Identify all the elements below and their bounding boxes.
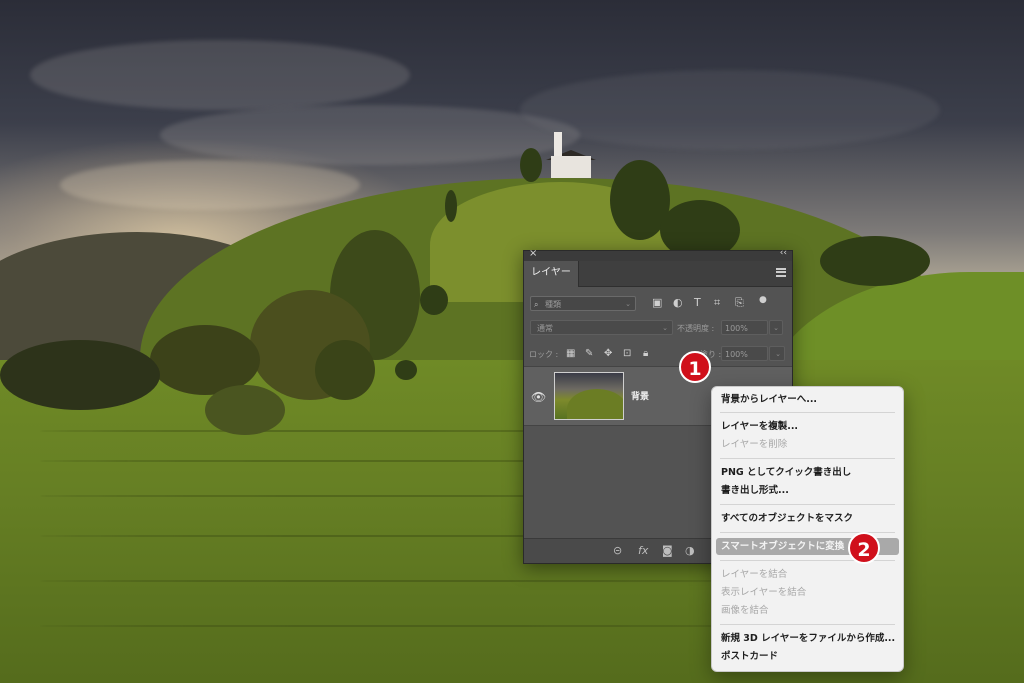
menu-item-flatten-image[interactable]: 画像を結合 [720, 602, 896, 619]
lock-paint-icon[interactable]: ✎ [585, 348, 593, 360]
adjustment-layer-icon[interactable]: ◑ [685, 545, 695, 557]
lock-position-icon[interactable]: ✥ [604, 348, 612, 360]
panel-title-bar: × ‹‹ [524, 248, 792, 261]
lock-all-icon[interactable]: 🔒︎ [643, 348, 648, 360]
add-mask-icon[interactable]: ◙ [662, 545, 673, 557]
shape-filter-icon[interactable]: ⌗ [714, 297, 720, 309]
menu-separator [720, 624, 895, 625]
fill-input[interactable]: 100% [721, 346, 768, 361]
opacity-input[interactable]: 100% [721, 320, 768, 335]
menu-item-quick-export-png[interactable]: PNG としてクイック書き出し [720, 464, 896, 481]
menu-item-background-to-layer[interactable]: 背景からレイヤーへ... [720, 391, 896, 408]
smart-object-filter-icon[interactable]: ⎘ [735, 297, 744, 309]
fx-icon[interactable]: fx [638, 545, 648, 557]
type-filter-icon[interactable]: T [694, 297, 701, 309]
panel-menu-icon[interactable] [776, 268, 786, 277]
opacity-label: 不透明度 : [677, 324, 715, 333]
eye-icon[interactable]: 👁︎ [531, 390, 546, 404]
blend-row: 通常 ⌄ 不透明度 : 100% ⌄ [524, 318, 792, 338]
step-badge-2: 2 [848, 532, 880, 564]
close-icon[interactable]: × [529, 248, 537, 259]
blend-mode-select[interactable]: 通常 ⌄ [530, 320, 673, 335]
collapse-icon[interactable]: ‹‹ [780, 248, 787, 258]
menu-separator [720, 458, 895, 459]
adjustment-filter-icon[interactable]: ◐ [673, 297, 683, 309]
opacity-value: 100% [725, 324, 748, 333]
step-badge-1: 1 [679, 351, 711, 383]
search-icon: ⌕ [534, 300, 539, 309]
lock-label: ロック : [529, 350, 559, 359]
chevron-down-icon: ⌄ [625, 300, 631, 308]
layer-context-menu: 背景からレイヤーへ... レイヤーを複製... レイヤーを削除 PNG としてク… [711, 386, 904, 672]
fill-value: 100% [725, 350, 748, 359]
layer-name: 背景 [631, 392, 650, 402]
tab-layers[interactable]: レイヤー [524, 261, 579, 287]
pixel-filter-icon[interactable]: ▣ [652, 297, 662, 309]
menu-item-postcard[interactable]: ポストカード [720, 648, 896, 665]
lock-transparent-icon[interactable]: ▦ [566, 348, 575, 360]
lock-artboard-icon[interactable]: ⊡ [623, 348, 631, 360]
filter-toggle-icon[interactable]: ● [759, 294, 767, 306]
menu-item-merge-visible[interactable]: 表示レイヤーを結合 [720, 584, 896, 601]
chevron-down-icon: ⌄ [775, 350, 781, 358]
blend-mode-value: 通常 [537, 324, 553, 333]
chevron-down-icon: ⌄ [773, 324, 779, 332]
menu-item-merge-layers[interactable]: レイヤーを結合 [720, 566, 896, 583]
menu-item-export-as[interactable]: 書き出し形式... [720, 482, 896, 499]
lock-row: ロック : ▦ ✎ ✥ ⊡ 🔒︎ 塗り : 100% ⌄ [524, 344, 792, 364]
menu-item-mask-all-objects[interactable]: すべてのオブジェクトをマスク [720, 510, 896, 527]
panel-tab-row: レイヤー [524, 261, 792, 287]
filter-row: ⌕ 種類 ⌄ ▣ ◐ T ⌗ ⎘ ● [524, 293, 792, 313]
link-layers-icon[interactable]: ⊝ [613, 545, 622, 557]
menu-item-duplicate-layer[interactable]: レイヤーを複製... [720, 418, 896, 435]
menu-item-delete-layer[interactable]: レイヤーを削除 [720, 436, 896, 453]
fill-stepper[interactable]: ⌄ [769, 346, 785, 361]
layer-filter-select[interactable]: ⌕ 種類 ⌄ [530, 296, 636, 311]
layer-thumbnail [554, 372, 624, 420]
chevron-down-icon: ⌄ [662, 324, 668, 332]
menu-item-new-3d-layer[interactable]: 新規 3D レイヤーをファイルから作成... [720, 630, 896, 647]
layer-filter-value: 種類 [545, 300, 561, 309]
menu-separator [720, 412, 895, 413]
opacity-stepper[interactable]: ⌄ [769, 320, 783, 335]
menu-separator [720, 504, 895, 505]
